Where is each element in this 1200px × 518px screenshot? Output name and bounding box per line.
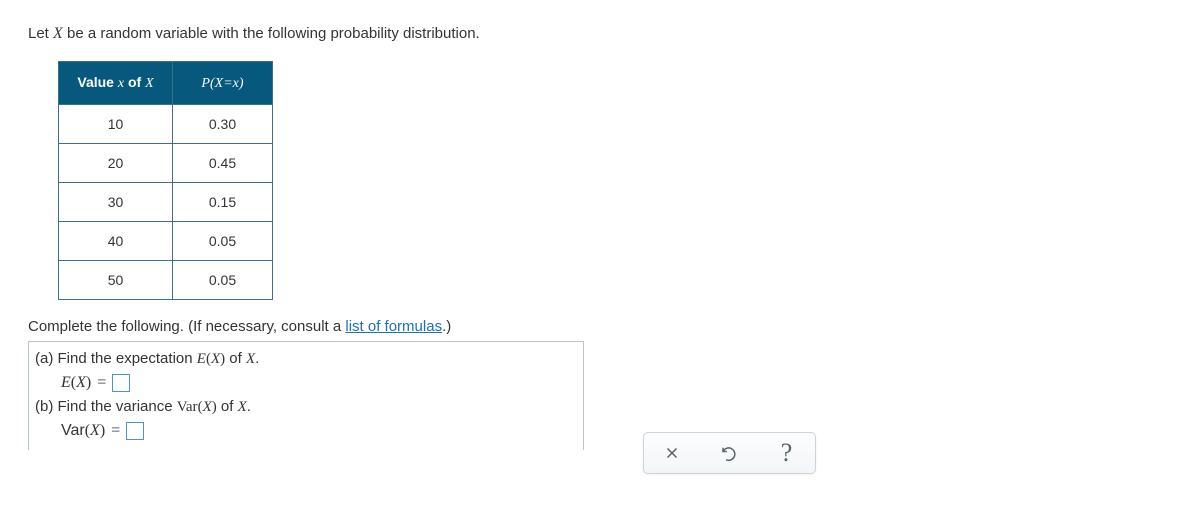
formulas-link[interactable]: list of formulas xyxy=(345,318,442,335)
table-row: 50 0.05 xyxy=(59,261,273,300)
table-row: 20 0.45 xyxy=(59,144,273,183)
part-a-label: (a) Find the expectation E(X) of X. xyxy=(35,350,575,368)
clear-button[interactable] xyxy=(644,433,700,473)
header-probability: P(X=x) xyxy=(173,62,273,105)
variance-input[interactable] xyxy=(126,422,144,440)
intro-text: Let X be a random variable with the foll… xyxy=(28,25,1172,43)
question-icon: ? xyxy=(781,438,793,468)
table-row: 30 0.15 xyxy=(59,183,273,222)
answer-box: (a) Find the expectation E(X) of X. E(X)… xyxy=(28,341,584,450)
variance-equation: Var(X) = xyxy=(61,422,575,440)
reset-button[interactable] xyxy=(701,433,757,473)
distribution-table: Value x of X P(X=x) 10 0.30 20 0.45 30 0… xyxy=(58,61,273,300)
action-toolbar: ? xyxy=(643,432,816,474)
instruction-text: Complete the following. (If necessary, c… xyxy=(28,318,1172,335)
expectation-input[interactable] xyxy=(112,374,130,392)
expectation-equation: E(X) = xyxy=(61,374,575,392)
table-row: 40 0.05 xyxy=(59,222,273,261)
table-row: 10 0.30 xyxy=(59,105,273,144)
x-icon xyxy=(663,444,681,462)
help-button[interactable]: ? xyxy=(758,433,814,473)
part-b-label: (b) Find the variance Var(X) of X. xyxy=(35,398,575,416)
header-value: Value x of X xyxy=(59,62,173,105)
undo-icon xyxy=(720,444,738,462)
